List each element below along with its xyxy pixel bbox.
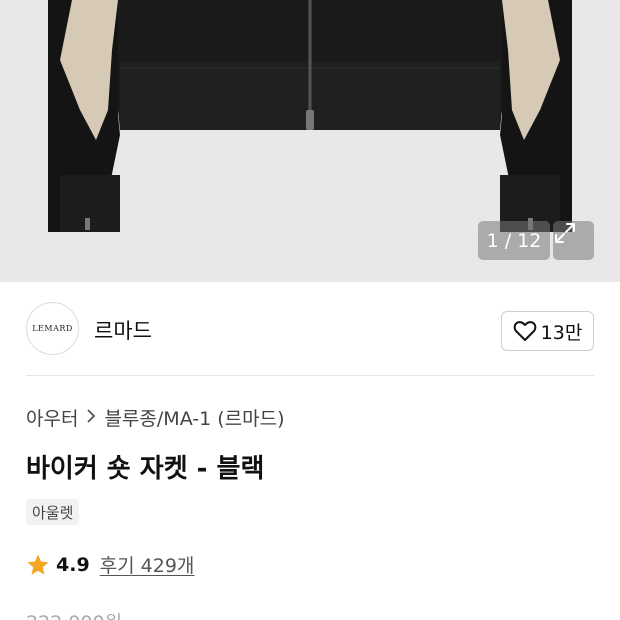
expand-button[interactable] bbox=[553, 221, 594, 260]
outlet-badge: 아울렛 bbox=[26, 499, 80, 525]
reviews-link[interactable]: 후기 429개 bbox=[100, 551, 195, 578]
like-count: 13만 bbox=[540, 321, 583, 344]
brand-name[interactable]: 르마드 bbox=[94, 315, 152, 345]
rating-score: 4.9 bbox=[56, 553, 90, 576]
expand-icon bbox=[555, 223, 575, 243]
product-image-gallery[interactable]: 1 / 12 bbox=[0, 0, 620, 282]
breadcrumb-item-category[interactable]: 아우터 bbox=[26, 404, 78, 431]
chevron-right-icon bbox=[86, 408, 96, 428]
brand-row: LEMARD 르마드 13만 bbox=[0, 282, 620, 376]
divider bbox=[26, 375, 594, 376]
brand-logo[interactable]: LEMARD bbox=[26, 302, 79, 355]
image-counter: 1 / 12 bbox=[478, 221, 550, 260]
product-page: 1 / 12 LEMARD 르마드 13만 아우터 블루종/MA-1 (르마드)… bbox=[0, 0, 620, 620]
breadcrumb: 아우터 블루종/MA-1 (르마드) bbox=[26, 404, 285, 431]
rating-row: 4.9 후기 429개 bbox=[26, 551, 194, 578]
breadcrumb-item-subcategory[interactable]: 블루종/MA-1 (르마드) bbox=[104, 404, 284, 431]
star-icon bbox=[27, 554, 49, 575]
heart-outline-icon bbox=[513, 321, 536, 341]
like-button[interactable]: 13만 bbox=[501, 311, 594, 351]
brand-logo-text: LEMARD bbox=[32, 324, 73, 333]
original-price: 222,000원 bbox=[26, 608, 122, 620]
product-title: 바이커 숏 자켓 - 블랙 bbox=[26, 454, 265, 484]
